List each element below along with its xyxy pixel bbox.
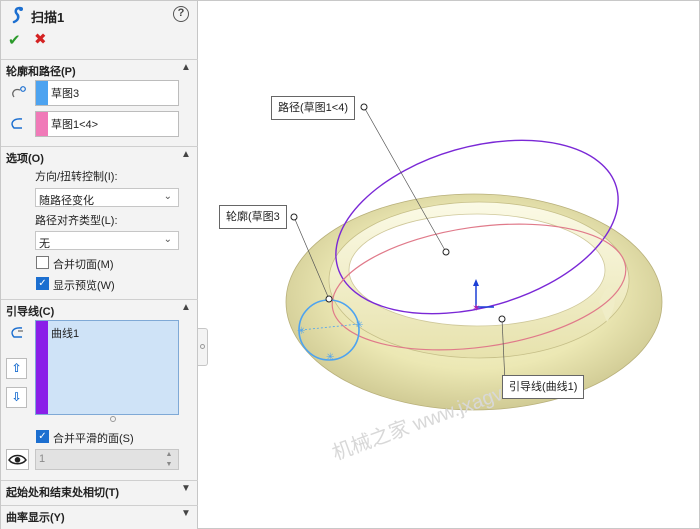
orientation-value: 随路径变化 xyxy=(39,195,94,207)
orientation-dropdown[interactable]: 随路径变化 ⌄ xyxy=(35,188,179,207)
spinner-value: 1 xyxy=(39,453,46,465)
spin-up-icon[interactable]: ▲ xyxy=(161,450,177,459)
sweep-window: 扫描1 ? ✔ ✖ 轮廓和路径(P) ▲ 草图3 草图1<4> 选项(O) ▲ xyxy=(0,0,700,529)
guide-callout[interactable]: 引导线(曲线1) xyxy=(502,375,585,399)
guide-curve-icon xyxy=(11,327,23,338)
svg-text:✳: ✳ xyxy=(355,320,363,331)
path-item[interactable]: 草图1<4> xyxy=(51,116,98,132)
section-label: 起始处和结束处相切(T) xyxy=(6,487,120,499)
move-up-button[interactable]: ⇧ xyxy=(6,358,27,379)
ok-icon[interactable]: ✔ xyxy=(8,31,21,49)
profile-icon xyxy=(12,86,26,98)
chevron-down-icon[interactable]: ▼ xyxy=(181,483,191,494)
chevron-up-icon[interactable]: ▲ xyxy=(181,149,191,160)
show-preview-label: 显示预览(W) xyxy=(53,280,115,292)
pm-header: 扫描1 ? ✔ ✖ xyxy=(1,1,198,57)
section-curvature[interactable]: 曲率显示(Y) ▼ xyxy=(1,505,198,524)
panel-splitter[interactable] xyxy=(198,328,208,366)
cancel-icon[interactable]: ✖ xyxy=(34,30,47,48)
page-title: 扫描1 xyxy=(31,10,65,25)
help-icon[interactable]: ? xyxy=(173,6,189,22)
section-label: 引导线(C) xyxy=(6,306,55,318)
chevron-down-icon: ⌄ xyxy=(163,234,172,245)
move-down-button[interactable]: ⇩ xyxy=(6,387,27,408)
section-options[interactable]: 选项(O) ▲ xyxy=(1,146,198,165)
section-label: 轮廓和路径(P) xyxy=(6,66,76,78)
profile-selection-box[interactable]: 草图3 xyxy=(35,80,179,106)
guide-color-swatch xyxy=(36,321,48,414)
ring-preview[interactable]: ✳ ✳ ✳ ✶ xyxy=(209,2,699,528)
chevron-up-icon[interactable]: ▲ xyxy=(181,302,191,313)
eye-icon xyxy=(8,454,27,465)
section-start-end[interactable]: 起始处和结束处相切(T) ▼ xyxy=(1,480,198,499)
alignment-dropdown[interactable]: 无 ⌄ xyxy=(35,231,179,250)
section-guides[interactable]: 引导线(C) ▲ xyxy=(1,299,198,318)
section-label: 曲率显示(Y) xyxy=(6,512,65,524)
svg-text:✶: ✶ xyxy=(472,303,480,314)
section-label: 选项(O) xyxy=(6,153,44,165)
profile-item[interactable]: 草图3 xyxy=(51,85,79,101)
svg-text:✳: ✳ xyxy=(326,352,334,363)
merge-smooth-checkbox[interactable]: ✓ xyxy=(36,430,49,443)
chevron-down-icon[interactable]: ▼ xyxy=(181,508,191,519)
merge-tangent-label: 合并切面(M) xyxy=(53,259,114,271)
profile-callout[interactable]: 轮廓(草图3 xyxy=(219,205,287,229)
svg-text:✳: ✳ xyxy=(297,326,305,337)
property-manager: 扫描1 ? ✔ ✖ 轮廓和路径(P) ▲ 草图3 草图1<4> 选项(O) ▲ xyxy=(1,1,198,529)
graphics-area[interactable]: ✳ ✳ ✳ ✶ 路径(草图1<4) 轮廓(草图3 引导线(曲线1) 机械之家 w… xyxy=(209,2,699,528)
chevron-up-icon[interactable]: ▲ xyxy=(181,62,191,73)
path-icon xyxy=(11,118,23,129)
path-callout[interactable]: 路径(草图1<4) xyxy=(271,96,355,120)
show-sections-button[interactable] xyxy=(6,449,29,470)
guide-curves-list[interactable]: 曲线1 xyxy=(35,320,179,415)
sweep-icon xyxy=(12,6,23,24)
merge-tangent-checkbox[interactable] xyxy=(36,256,49,269)
spin-down-icon[interactable]: ▼ xyxy=(161,460,177,469)
merge-smooth-label: 合并平滑的面(S) xyxy=(53,433,134,445)
path-selection-box[interactable]: 草图1<4> xyxy=(35,111,179,137)
orientation-label: 方向/扭转控制(I): xyxy=(35,171,118,183)
guide-item[interactable]: 曲线1 xyxy=(51,325,79,341)
section-spinner[interactable]: 1 ▲ ▼ xyxy=(35,449,179,470)
profile-color-swatch xyxy=(36,81,48,105)
alignment-label: 路径对齐类型(L): xyxy=(35,215,118,227)
chevron-down-icon: ⌄ xyxy=(163,191,172,202)
path-color-swatch xyxy=(36,112,48,136)
show-preview-checkbox[interactable]: ✓ xyxy=(36,277,49,290)
section-profile-path[interactable]: 轮廓和路径(P) ▲ xyxy=(1,59,198,78)
resize-handle[interactable] xyxy=(110,416,116,422)
alignment-value: 无 xyxy=(39,238,50,250)
